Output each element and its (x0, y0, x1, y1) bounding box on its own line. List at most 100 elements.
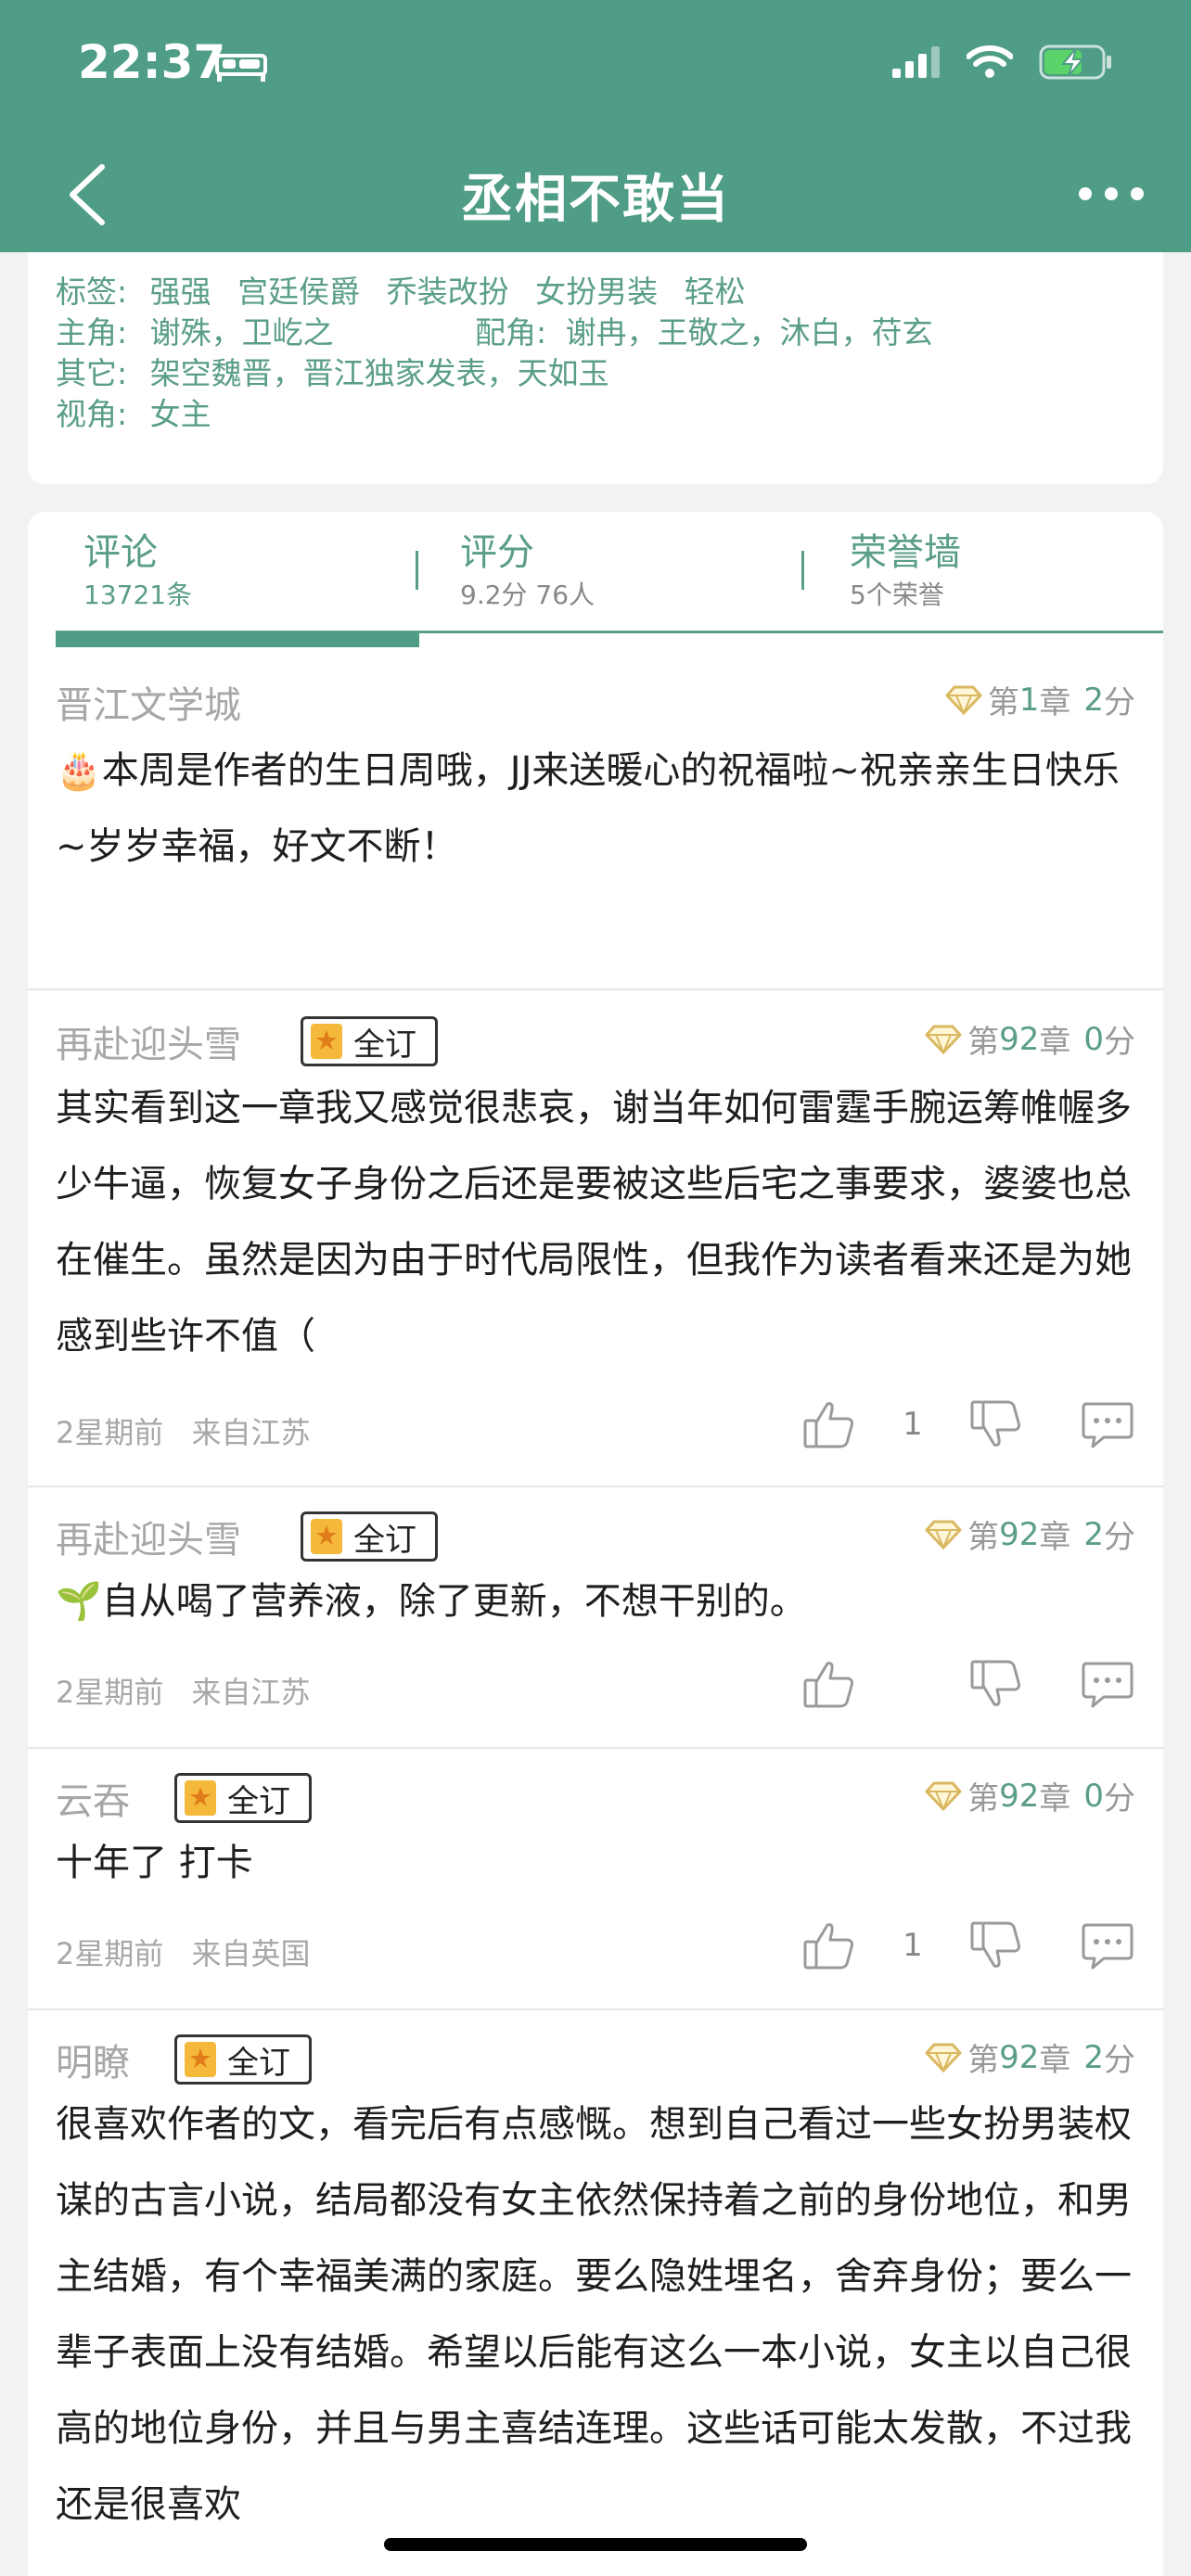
other-row: 其它: 架空魏晋，晋江独家发表，天如玉 (56, 349, 609, 393)
comment-username[interactable]: 晋江文学城 (56, 675, 241, 729)
score-suffix: 分 (1104, 684, 1135, 721)
chapter-number: 92 (999, 1515, 1040, 1553)
comment-meta: 2星期前 来自江苏 (56, 1409, 311, 1452)
pov-row: 视角: 女主 (56, 389, 211, 434)
tab-divider (416, 551, 418, 590)
chapter-suffix: 章 (1039, 2042, 1071, 2079)
tag-item[interactable]: 宫廷侯爵 (237, 274, 360, 310)
comment-username[interactable]: 再赴迎头雪 (56, 1014, 241, 1068)
tag-item[interactable]: 强强 (150, 274, 211, 310)
chapter-suffix: 章 (1039, 1780, 1071, 1817)
thumbs-down-icon[interactable] (968, 1398, 1024, 1450)
pov-label: 视角: (56, 396, 128, 432)
full-subscription-badge: 全订 (301, 1511, 438, 1562)
tab-honors[interactable]: 荣誉墙 5个荣誉 (850, 530, 961, 614)
bookmark-icon (185, 1780, 216, 1816)
lead-label: 主角: (56, 314, 128, 351)
thumbs-down-icon[interactable] (968, 1658, 1024, 1710)
badge-label: 全订 (227, 1782, 290, 1820)
comment-body: 其实看到这一章我又感觉很悲哀，谢当年如何雷霆手腕运筹帷幄多少牛逼，恢复女子身份之… (56, 1087, 1132, 1358)
thumbs-down-icon[interactable] (968, 1919, 1024, 1971)
score-suffix: 分 (1104, 1780, 1135, 1817)
tab-active-indicator (56, 632, 419, 647)
comment-time: 2星期前 (56, 1415, 164, 1450)
badge-label: 全订 (353, 1026, 416, 1064)
comment-username[interactable]: 云吞 (56, 1771, 130, 1825)
status-time: 22:37 (78, 35, 226, 89)
tags-row: 标签: 强强 宫廷侯爵 乔装改扮 女扮男装 轻松 (56, 267, 746, 312)
cellular-signal-icon (892, 46, 940, 78)
status-icons (892, 45, 1113, 80)
chapter-prefix: 第 (967, 1519, 1000, 1556)
tab-honors-count: 5个荣誉 (850, 580, 944, 610)
full-subscription-badge: 全订 (174, 2034, 312, 2085)
book-info-card: 标签: 强强 宫廷侯爵 乔装改扮 女扮男装 轻松 主角: 谢殊，卫屹之 配角: … (28, 252, 1163, 484)
badge-label: 全订 (353, 1521, 416, 1559)
comment-actions: 1 (801, 1919, 1135, 1971)
chapter-prefix: 第 (967, 1780, 1000, 1817)
bookmark-icon (185, 2042, 216, 2077)
comment-chapter-score: 第1章 2分 (943, 677, 1135, 722)
chapter-number: 1 (1018, 681, 1040, 719)
comment-body: 很喜欢作者的文，看完后有点感慨。想到自己看过一些女扮男装权谋的古言小说，结局都没… (56, 2103, 1132, 2526)
comment-body: 🌱自从喝了营养液，除了更新，不想干别的。 (56, 1580, 807, 1623)
chapter-number: 92 (999, 2038, 1040, 2076)
comments-card: 评论 13721条 评分 9.2分 76人 荣誉墙 5个荣誉 晋江文学城 第1章… (28, 512, 1163, 2576)
comment-chapter-score: 第 92 章 2分 (923, 2034, 1135, 2080)
full-subscription-badge: 全订 (174, 1773, 312, 1823)
score-value: 0 (1083, 1020, 1104, 1058)
reply-icon[interactable] (1080, 1919, 1135, 1971)
home-indicator (384, 2538, 807, 2551)
thumbs-up-icon[interactable] (801, 1919, 857, 1971)
chapter-prefix: 第 (967, 2042, 1000, 2079)
score-suffix: 分 (1104, 1024, 1135, 1061)
comment-chapter-score: 第 92 章 2分 (923, 1511, 1135, 1557)
bookmark-icon (311, 1519, 342, 1554)
comment-actions (801, 1658, 1135, 1710)
comment-username[interactable]: 再赴迎头雪 (56, 1510, 241, 1563)
reply-icon[interactable] (1080, 1398, 1135, 1450)
comment-item: 再赴迎头雪 全订 第 92 章 0分 其实看到这一章我又感觉很悲哀，谢当年如何雷霆手… (28, 988, 1163, 1487)
support-value: 谢冉，王敬之，沐白，苻玄 (565, 314, 933, 351)
chapter-prefix: 第 (967, 1024, 1000, 1061)
comment-body: 🎂本周是作者的生日周哦，JJ来送暖心的祝福啦~祝亲亲生日快乐~岁岁幸福，好文不断… (56, 749, 1120, 868)
chapter-suffix: 章 (1039, 1024, 1071, 1061)
badge-label: 全订 (227, 2044, 290, 2082)
nav-bar: 丞相不敢当 (0, 139, 1191, 252)
lead-value: 谢殊，卫屹之 (149, 314, 334, 351)
comment-item: 再赴迎头雪 全订 第 92 章 2分 🌱自从喝了营养液，除了更新，不想干别的。 2星… (28, 1486, 1163, 1749)
like-count: 1 (903, 1406, 923, 1443)
tags-label: 标签: (56, 274, 128, 310)
score-value: 0 (1083, 1777, 1104, 1815)
diamond-icon (925, 2043, 962, 2073)
tab-comments[interactable]: 评论 13721条 (83, 530, 192, 614)
comment-time: 2星期前 (56, 1675, 164, 1710)
chapter-number: 92 (999, 1020, 1040, 1058)
score-suffix: 分 (1104, 2042, 1135, 2079)
tag-item[interactable]: 轻松 (685, 274, 746, 310)
sleep-mode-icon (215, 54, 267, 82)
comment-username[interactable]: 明瞭 (56, 2033, 130, 2086)
comment-actions: 1 (801, 1398, 1135, 1450)
diamond-icon (925, 1781, 962, 1812)
reply-icon[interactable] (1080, 1658, 1135, 1710)
tag-item[interactable]: 女扮男装 (535, 274, 658, 310)
full-subscription-badge: 全订 (301, 1016, 438, 1066)
status-bar: 22:37 (0, 0, 1191, 139)
tag-item[interactable]: 乔装改扮 (387, 274, 509, 310)
chapter-number: 92 (999, 1777, 1040, 1815)
comment-meta: 2星期前 来自江苏 (56, 1669, 311, 1712)
comment-time: 2星期前 (56, 1936, 164, 1971)
diamond-icon (925, 1520, 962, 1550)
comment-chapter-score: 第 92 章 0分 (923, 1016, 1135, 1062)
comment-item: 云吞 全订 第 92 章 0分 十年了 打卡 2星期前 来自英国 1 (28, 1747, 1163, 2010)
wifi-icon (967, 45, 1013, 78)
thumbs-up-icon[interactable] (801, 1658, 857, 1710)
tab-ratings[interactable]: 评分 9.2分 76人 (460, 530, 595, 614)
more-options-icon[interactable] (1076, 180, 1146, 208)
comment-meta: 2星期前 来自英国 (56, 1931, 311, 1973)
thumbs-up-icon[interactable] (801, 1398, 857, 1450)
lead-row: 主角: 谢殊，卫屹之 (56, 308, 334, 352)
support-label: 配角: (475, 314, 547, 351)
other-label: 其它: (56, 355, 128, 391)
